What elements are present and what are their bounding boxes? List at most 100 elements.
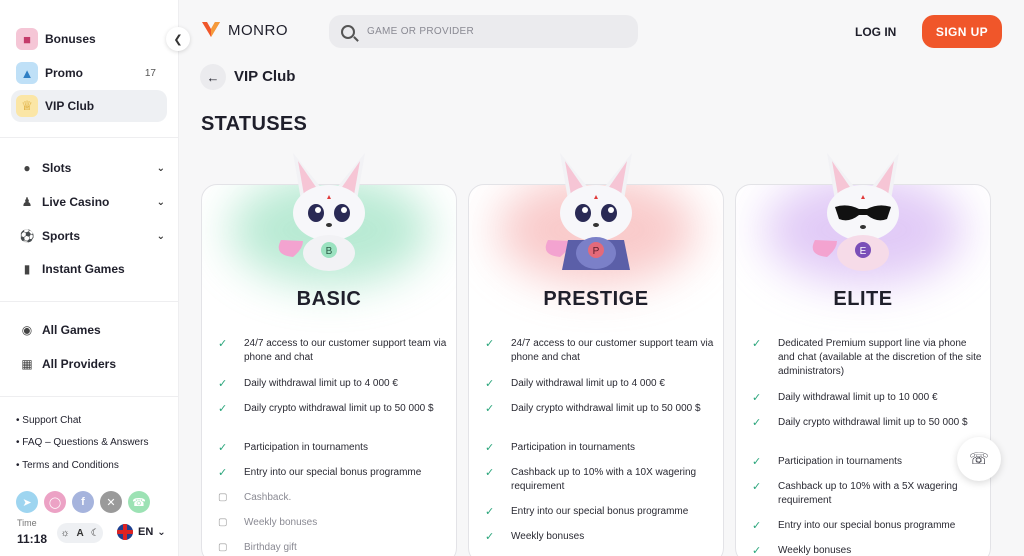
feature-text: Daily withdrawal limit up to 4 000 €: [511, 378, 665, 389]
x-icon[interactable]: ✕: [100, 491, 122, 513]
theme-auto-label: A: [76, 527, 84, 539]
dealer-icon: ♟: [21, 195, 33, 209]
divider: [0, 396, 179, 397]
signup-button[interactable]: SIGN UP: [922, 15, 1002, 48]
promo-icon: ▲: [16, 62, 38, 84]
statuses-heading: STATUSES: [201, 113, 308, 135]
feature-text: Dedicated Premium support line via phone…: [778, 338, 982, 377]
sidebar-item-bonuses[interactable]: ■ Bonuses: [11, 23, 167, 55]
search-bar[interactable]: [329, 15, 638, 48]
nav-item-label: All Games: [42, 323, 101, 337]
feature-item: ✓ Entry into our special bonus programme: [218, 466, 448, 480]
moon-icon: ☾: [90, 527, 100, 539]
facebook-icon[interactable]: f: [72, 491, 94, 513]
feature-text: Daily crypto withdrawal limit up to 50 0…: [244, 403, 434, 414]
collapse-sidebar-button[interactable]: ❮: [166, 27, 190, 51]
arrow-left-icon: ←: [206, 69, 220, 85]
feature-item: ✓ Participation in tournaments: [218, 441, 448, 455]
footer-link-label[interactable]: Support Chat: [22, 415, 81, 426]
time-label: Time: [17, 518, 37, 528]
theme-toggle[interactable]: ☼ A ☾: [57, 523, 103, 543]
chevron-down-icon[interactable]: ⌄: [157, 231, 165, 242]
nav-item-all-providers[interactable]: ▦ All Providers: [20, 353, 165, 375]
status-name: ELITE: [833, 288, 893, 310]
nav-item-label: All Providers: [42, 357, 117, 371]
feature-text: Participation in tournaments: [244, 442, 368, 453]
crown-icon: ♕: [16, 95, 38, 117]
feature-item: ✓ Cashback up to 10% with a 5X wagering r…: [752, 480, 982, 508]
divider: [0, 137, 179, 138]
feature-item: ✓ Participation in tournaments: [752, 455, 982, 469]
check-icon: ✓: [485, 378, 495, 390]
feature-item: ✓ Daily crypto withdrawal limit up to 50 …: [218, 402, 448, 416]
chart-icon: ▮: [23, 262, 31, 276]
check-icon: ✓: [218, 442, 228, 454]
feature-item: ✓ Daily withdrawal limit up to 10 000 €: [752, 391, 982, 405]
feature-item: ✓ Weekly bonuses: [485, 530, 715, 544]
ball-icon: ⚽: [19, 229, 35, 243]
feature-item: ▢ Birthday gift: [218, 541, 448, 555]
check-icon: ✓: [218, 403, 228, 415]
svg-text:P: P: [593, 246, 600, 257]
feature-text: Daily crypto withdrawal limit up to 50 0…: [778, 417, 968, 428]
fox-mascot-basic: B: [278, 153, 365, 271]
sidebar: ■ Bonuses ▲ Promo 17 ♕ VIP Club ● Slots …: [0, 0, 179, 556]
footer-link-label[interactable]: FAQ – Questions & Answers: [22, 437, 148, 448]
chevron-down-icon: ⌄: [157, 526, 166, 538]
nav-item-label: Instant Games: [42, 262, 125, 276]
check-icon: ✓: [485, 442, 495, 454]
sun-icon: ☼: [60, 527, 70, 539]
brand-logo[interactable]: MONRO: [200, 19, 288, 41]
lock-icon: ▢: [218, 542, 228, 553]
feature-item: ✓ 24/7 access to our customer support tea…: [218, 337, 448, 365]
feature-text: Daily crypto withdrawal limit up to 50 0…: [511, 403, 701, 414]
svg-text:B: B: [326, 246, 333, 257]
search-input[interactable]: [367, 26, 607, 37]
nav-item-all-games[interactable]: ◉ All Games: [20, 319, 165, 341]
page-title: VIP Club: [234, 68, 296, 85]
feature-item: ✓ Daily withdrawal limit up to 4 000 €: [218, 377, 448, 391]
feature-item: ✓ Entry into our special bonus programme: [485, 505, 715, 519]
check-icon: ✓: [485, 531, 495, 543]
check-icon: ✓: [218, 338, 228, 350]
feature-text: Birthday gift: [244, 542, 297, 553]
brand-name: MONRO: [228, 21, 288, 39]
check-icon: ✓: [485, 403, 495, 415]
feature-item: ✓ Weekly bonuses: [752, 544, 982, 556]
whatsapp-icon[interactable]: ☎: [128, 491, 150, 513]
footer-link-faq[interactable]: • FAQ – Questions & Answers: [16, 437, 148, 448]
nav-item-slots[interactable]: ● Slots ⌄: [20, 157, 165, 179]
sidebar-item-label: Bonuses: [45, 32, 96, 46]
back-button[interactable]: ←: [200, 64, 226, 90]
footer-link-support-chat[interactable]: • Support Chat: [16, 415, 81, 426]
nav-item-live-casino[interactable]: ♟ Live Casino ⌄: [20, 191, 165, 213]
chevron-down-icon[interactable]: ⌄: [157, 163, 165, 174]
sidebar-item-promo[interactable]: ▲ Promo 17: [11, 57, 167, 89]
telegram-icon[interactable]: ➤: [16, 491, 38, 513]
check-icon: ✓: [752, 520, 762, 532]
nav-item-sports[interactable]: ⚽ Sports ⌄: [20, 225, 165, 247]
fox-mascot-prestige: P: [545, 153, 632, 270]
fox-mascot-elite: E: [812, 153, 899, 271]
sidebar-item-vip-club[interactable]: ♕ VIP Club: [11, 90, 167, 122]
footer-link-label[interactable]: Terms and Conditions: [22, 460, 119, 471]
nav-item-label: Sports: [42, 229, 81, 243]
login-button[interactable]: LOG IN: [855, 25, 896, 39]
feature-text: Weekly bonuses: [244, 517, 318, 528]
feature-text: Participation in tournaments: [778, 456, 902, 467]
feature-text: Daily withdrawal limit up to 4 000 €: [244, 378, 398, 389]
check-icon: ✓: [485, 506, 495, 518]
nav-item-instant-games[interactable]: ▮ Instant Games: [20, 258, 165, 280]
instagram-icon[interactable]: ◯: [44, 491, 66, 513]
chevron-down-icon[interactable]: ⌄: [157, 197, 165, 208]
feature-text: 24/7 access to our customer support team…: [511, 338, 714, 363]
feature-item: ✓ Cashback up to 10% with a 10X wagering …: [485, 466, 715, 494]
status-name: PRESTIGE: [543, 288, 649, 310]
feature-text: Entry into our special bonus programme: [778, 520, 956, 531]
time-value: 11:18: [17, 532, 48, 546]
support-chat-button[interactable]: ☏: [957, 437, 1001, 481]
feature-text: Entry into our special bonus programme: [511, 506, 689, 517]
footer-link-terms[interactable]: • Terms and Conditions: [16, 460, 119, 471]
check-icon: ✓: [752, 392, 762, 404]
language-selector[interactable]: EN ⌄: [117, 524, 166, 540]
